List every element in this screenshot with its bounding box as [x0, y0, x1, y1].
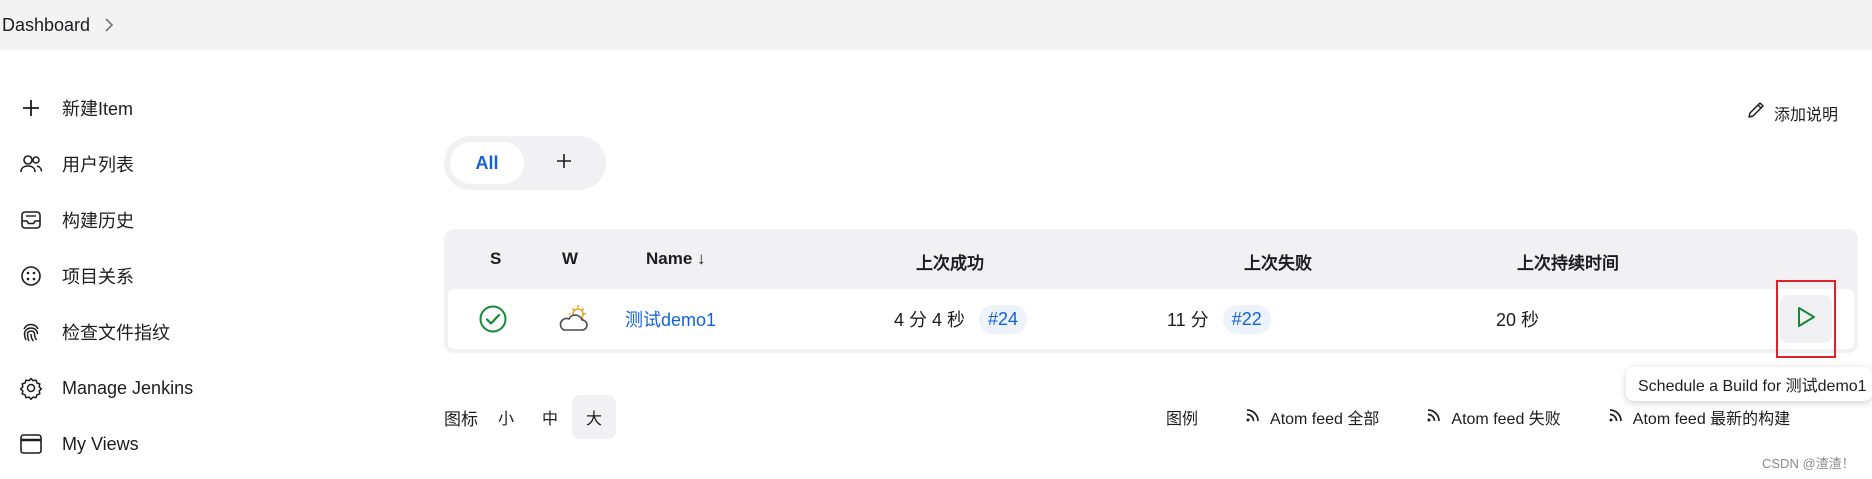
sidebar-item-new-item[interactable]: 新建Item	[18, 80, 378, 136]
partly-cloudy-icon	[556, 289, 590, 349]
plus-icon	[18, 95, 44, 121]
last-duration: 20 秒	[1496, 310, 1540, 330]
last-success-time: 4 分 4 秒	[894, 310, 966, 330]
sidebar-item-label: 项目关系	[62, 267, 134, 287]
plus-icon	[555, 152, 573, 175]
jobs-table: S W Name ↓ 上次成功 上次失败 上次持续时间 测试demo1 4 分 …	[444, 229, 1858, 353]
rss-icon	[1607, 406, 1625, 429]
atom-feed-failed-label: Atom feed 失败	[1451, 411, 1561, 428]
icon-size-medium[interactable]: 中	[528, 395, 572, 439]
watermark: CSDN @渣渣！	[1762, 456, 1855, 471]
icon-size-label: 图标	[444, 409, 478, 429]
atom-feed-all-link[interactable]: Atom feed 全部	[1244, 405, 1379, 429]
sidebar-item-build-history[interactable]: 构建历史	[18, 192, 378, 248]
sidebar-item-label: 新建Item	[62, 99, 134, 119]
legend-link[interactable]: 图例	[1166, 405, 1198, 429]
add-view-button[interactable]	[534, 142, 594, 184]
job-name-link[interactable]: 测试demo1	[625, 306, 716, 332]
header-last-failure[interactable]: 上次失败	[1244, 249, 1312, 274]
legend-label: 图例	[1166, 411, 1199, 428]
breadcrumb-dashboard[interactable]: Dashboard	[2, 15, 90, 36]
atom-feed-all-label: Atom feed 全部	[1270, 411, 1380, 428]
pencil-icon	[1746, 100, 1766, 125]
breadcrumb-bar: Dashboard	[0, 0, 1872, 50]
window-icon	[18, 431, 44, 457]
last-failure-cell: 11 分 #22	[1167, 289, 1271, 349]
atom-feed-failed-link[interactable]: Atom feed 失败	[1425, 405, 1561, 429]
success-check-icon	[478, 289, 508, 349]
header-last-success[interactable]: 上次成功	[916, 249, 984, 274]
gear-icon	[18, 375, 44, 401]
sidebar-item-label: 用户列表	[62, 155, 134, 175]
icon-size-large[interactable]: 大	[572, 395, 616, 439]
header-status[interactable]: S	[490, 249, 501, 269]
atom-feed-latest-link[interactable]: Atom feed 最新的构建	[1607, 405, 1790, 429]
sidebar: 新建Item 用户列表 构建历史 项目关系 检查文件指纹 Manage Jenk…	[18, 80, 378, 472]
icon-size-selector: 图标 小 中 大	[444, 395, 616, 439]
fingerprint-icon	[18, 319, 44, 345]
chevron-right-icon[interactable]	[104, 17, 114, 33]
last-success-cell: 4 分 4 秒 #24	[894, 289, 1028, 349]
last-failure-time: 11 分	[1167, 310, 1209, 330]
users-icon	[18, 151, 44, 177]
rss-icon	[1425, 406, 1443, 429]
view-tabs: All	[444, 136, 606, 190]
add-description-label: 添加说明	[1774, 106, 1839, 124]
atom-feed-latest-label: Atom feed 最新的构建	[1632, 411, 1791, 428]
sidebar-item-my-views[interactable]: My Views	[18, 416, 378, 472]
schedule-build-highlight	[1776, 280, 1836, 358]
relationship-icon	[18, 263, 44, 289]
tab-all[interactable]: All	[450, 142, 524, 184]
sidebar-item-users[interactable]: 用户列表	[18, 136, 378, 192]
sidebar-item-fingerprint[interactable]: 检查文件指纹	[18, 304, 378, 360]
sidebar-item-label: 构建历史	[62, 211, 134, 231]
sidebar-item-manage-jenkins[interactable]: Manage Jenkins	[18, 360, 378, 416]
sidebar-item-label: Manage Jenkins	[62, 377, 194, 398]
table-row: 测试demo1 4 分 4 秒 #24 11 分 #22 20 秒	[448, 289, 1854, 349]
table-header: S W Name ↓ 上次成功 上次失败 上次持续时间	[444, 229, 1858, 289]
sidebar-item-label: 检查文件指纹	[62, 323, 170, 343]
header-last-duration[interactable]: 上次持续时间	[1517, 249, 1619, 274]
header-weather[interactable]: W	[562, 249, 578, 269]
rss-icon	[1244, 406, 1262, 429]
add-description-button[interactable]: 添加说明	[1746, 100, 1838, 125]
play-icon	[1795, 305, 1817, 334]
footer-links: 图例 Atom feed 全部 Atom feed 失败 Atom feed 最…	[1166, 405, 1790, 429]
sidebar-item-label: My Views	[62, 433, 139, 454]
schedule-build-button[interactable]	[1780, 295, 1832, 343]
icon-size-small[interactable]: 小	[484, 395, 528, 439]
inbox-icon	[18, 207, 44, 233]
sidebar-item-project-relationship[interactable]: 项目关系	[18, 248, 378, 304]
header-name[interactable]: Name ↓	[646, 249, 706, 269]
schedule-build-tooltip: Schedule a Build for 测试demo1	[1626, 367, 1872, 401]
last-failure-build-link[interactable]: #22	[1222, 304, 1271, 334]
last-success-build-link[interactable]: #24	[979, 304, 1028, 334]
